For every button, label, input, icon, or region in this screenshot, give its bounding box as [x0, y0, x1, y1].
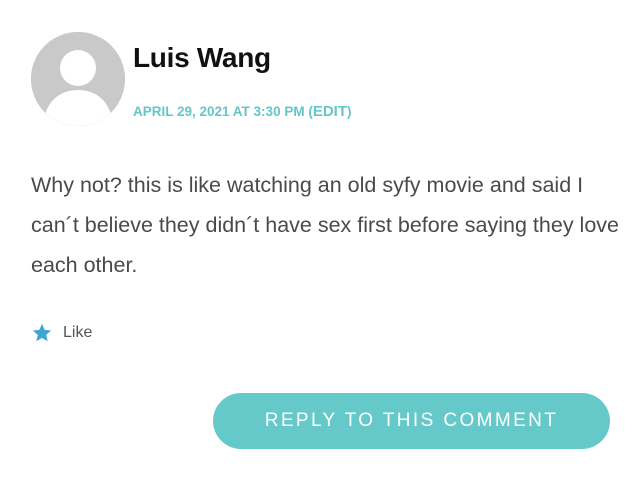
avatar[interactable] — [31, 32, 125, 126]
default-avatar-icon — [31, 32, 125, 126]
comment-body: Why not? this is like watching an old sy… — [31, 173, 619, 277]
comment-author-name: Luis Wang — [133, 42, 271, 73]
like-label: Like — [63, 324, 93, 341]
edit-close-paren: ) — [347, 104, 352, 119]
star-icon — [32, 323, 52, 342]
comment-timestamp-link[interactable]: APRIL 29, 2021 AT 3:30 PM — [133, 104, 305, 119]
edit-link[interactable]: EDIT — [313, 103, 347, 120]
like-button[interactable]: Like — [31, 319, 92, 347]
reply-button[interactable]: REPLY TO THIS COMMENT — [213, 393, 610, 449]
comment: Luis Wang APRIL 29, 2021 AT 3:30 PM (EDI… — [0, 0, 640, 483]
comment-meta: APRIL 29, 2021 AT 3:30 PM (EDIT) — [133, 103, 352, 120]
